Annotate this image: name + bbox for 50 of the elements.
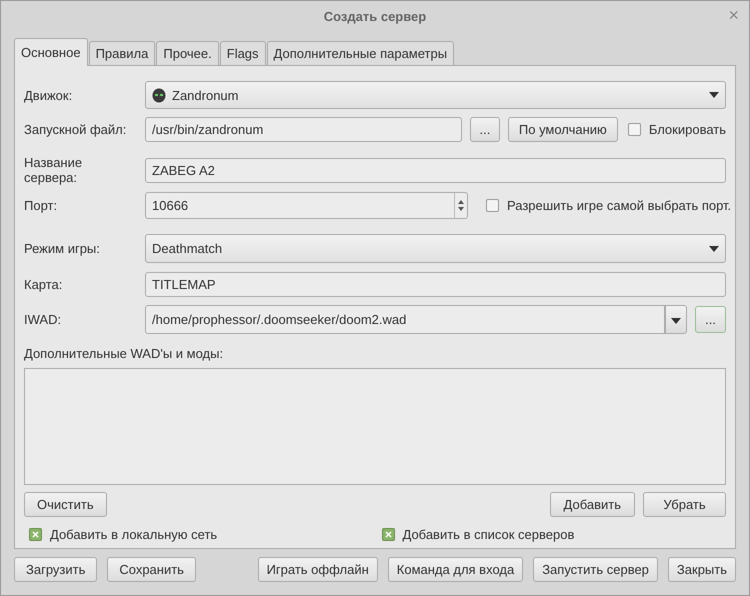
dialog-button[interactable]: Команда для входа — [388, 557, 524, 582]
caret-icon — [671, 318, 681, 324]
caret-icon — [709, 246, 719, 252]
checkbox[interactable] — [486, 199, 499, 212]
up-arrow-icon[interactable] — [458, 200, 464, 204]
default-button[interactable]: По умолчанию — [508, 117, 618, 142]
browse-button[interactable]: ... — [470, 117, 500, 142]
cross-icon — [32, 531, 39, 538]
tab[interactable]: Flags — [220, 41, 266, 65]
down-arrow-icon[interactable] — [458, 207, 464, 211]
engine-label: Движок: — [24, 88, 74, 102]
executable-label: Запускной файл: — [24, 122, 128, 137]
iwad-field[interactable]: /home/prophessor/.doomseeker/doom2.wad — [145, 305, 665, 334]
tab[interactable]: Прочее. — [156, 41, 219, 65]
window-title: Создать сервер — [324, 8, 426, 24]
dialog-button[interactable]: Запустить сервер — [533, 557, 658, 582]
checkbox[interactable] — [29, 528, 42, 541]
server-name-field[interactable]: ZABEG A2 — [145, 158, 726, 182]
cross-icon — [384, 531, 392, 538]
port-spinbox[interactable]: 10666 — [145, 192, 468, 219]
map-label: Карта: — [24, 277, 64, 292]
server-name-label: Название сервера: — [24, 155, 84, 185]
dialog-button[interactable]: Закрыть — [668, 557, 736, 582]
map-field[interactable]: TITLEMAP — [145, 272, 726, 297]
wads-label: Дополнительные WAD'ы и моды: — [24, 346, 224, 361]
checkbox[interactable] — [382, 528, 394, 541]
auto-port-label: Разрешить игре самой выбрать порт. — [507, 198, 732, 213]
add-button[interactable]: Добавить — [550, 492, 635, 517]
engine-dropdown[interactable]: Zandronum — [145, 81, 726, 109]
clear-button[interactable]: Очистить — [24, 492, 107, 517]
helmet-icon — [152, 88, 166, 102]
dialog-button[interactable]: Играть оффлайн — [258, 557, 378, 582]
caret-icon — [709, 92, 719, 98]
tab[interactable]: Правила — [88, 41, 156, 65]
iwad-label: IWAD: — [24, 312, 62, 327]
tab[interactable]: Дополнительные параметры — [266, 41, 454, 65]
browse-button[interactable]: ... — [695, 306, 726, 333]
dropdown-button[interactable] — [665, 305, 687, 334]
checkbox[interactable] — [628, 123, 641, 136]
dialog-button[interactable]: Сохранить — [107, 557, 196, 582]
port-label: Порт: — [24, 198, 58, 213]
executable-field[interactable]: /usr/bin/zandronum — [145, 117, 462, 142]
lock-label: Блокировать — [648, 122, 726, 137]
tab[interactable]: Основное — [14, 38, 88, 66]
game-mode-label: Режим игры: — [24, 241, 101, 256]
remove-button[interactable]: Убрать — [643, 492, 726, 517]
option-label: Добавить в список серверов — [402, 527, 574, 542]
game-mode-dropdown[interactable]: Deathmatch — [145, 234, 726, 263]
option-label: Добавить в локальную сеть — [50, 527, 218, 542]
dialog-button[interactable]: Загрузить — [14, 557, 98, 582]
